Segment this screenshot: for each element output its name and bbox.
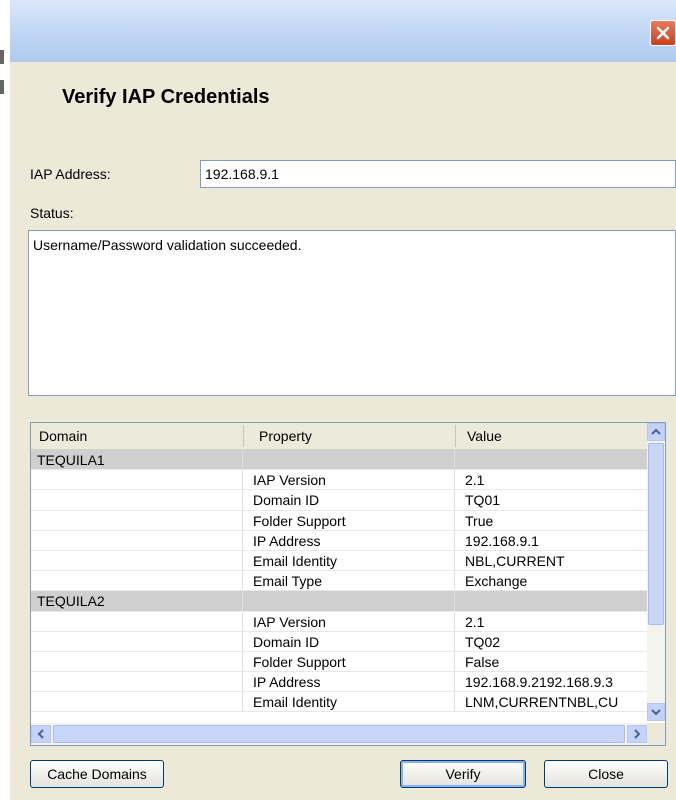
scrollbar-corner [647,723,665,745]
grid-row[interactable]: Domain ID TQ01 [31,490,647,511]
arrow-up-icon [651,428,661,435]
grid-row[interactable]: IP Address 192.168.9.2192.168.9.3 [31,672,647,693]
grid-row[interactable]: Domain ID TQ02 [31,631,647,652]
grid-cell-domain [31,550,243,571]
close-window-button[interactable] [650,20,676,46]
grid-row[interactable]: IAP Version 2.1 [31,470,647,491]
grid-row[interactable]: Email Identity NBL,CURRENT [31,550,647,572]
close-button[interactable]: Close [544,760,668,788]
horizontal-scrollbar[interactable] [31,723,647,745]
arrow-down-icon [651,709,661,716]
grid-cell-property: IP Address [243,530,455,550]
grid-cell-property: IAP Version [243,470,455,490]
scroll-up-button[interactable] [647,423,665,441]
column-header-property[interactable]: Property [259,428,312,444]
grid-row[interactable]: IAP Version 2.1 [31,611,647,632]
grid-cell-property: IP Address [243,672,455,692]
grid-cell-domain [31,530,243,550]
grid-cell-value: TQ01 [465,492,501,509]
grid-cell-value: 192.168.9.1 [465,532,539,549]
grid-cell-property: Folder Support [243,510,455,530]
grid-cell-domain [31,611,243,631]
grid-cell-value: True [465,512,494,529]
grid-cell-property [243,450,455,470]
scroll-down-button[interactable] [647,703,665,721]
grid-cell-domain: TEQUILA2 [31,591,243,611]
verify-button[interactable]: Verify [400,760,526,788]
grid-cell-property: Email Type [243,571,455,591]
grid-cell-value: LNM,CURRENTNBL,CU [465,694,619,711]
grid-cell-domain [31,631,243,651]
grid-cell-value [455,591,647,610]
grid-cell-domain [31,692,243,712]
edge-mark [0,80,4,94]
status-label: Status: [30,205,74,221]
grid-row[interactable]: IP Address 192.168.9.1 [31,530,647,551]
grid-cell-domain: TEQUILA1 [31,450,243,470]
grid-cell-value: Exchange [465,573,528,590]
grid-cell-domain [31,651,243,672]
grid-cell-property: IAP Version [243,611,455,631]
close-icon [656,26,670,40]
arrow-left-icon [37,729,44,739]
dialog-window: Verify IAP Credentials IAP Address: 192.… [10,0,676,800]
dialog-heading: Verify IAP Credentials [62,86,270,108]
column-divider[interactable] [243,425,244,447]
iap-address-input[interactable]: 192.168.9.1 [200,160,676,188]
edge-mark [0,50,4,64]
grid-cell-property: Folder Support [243,651,455,672]
column-divider[interactable] [455,425,456,447]
grid-cell-value: False [465,653,500,670]
title-bar [10,0,676,62]
vertical-scrollbar[interactable] [647,423,665,721]
grid-cell-domain [31,510,243,530]
grid-cell-domain [31,672,243,692]
grid-cell-domain [31,490,243,510]
grid-cell-property [243,591,455,611]
grid-cell-value: TQ02 [465,633,501,650]
grid-cell-value: 2.1 [465,472,485,489]
domain-grid[interactable]: Domain Property Value TEQUILA1 IAP Versio… [30,422,666,746]
grid-cell-value: 2.1 [465,613,485,630]
scroll-left-button[interactable] [31,725,51,743]
grid-body: TEQUILA1 IAP Version 2.1 Domain ID TQ01 Folde… [31,450,647,713]
horizontal-scroll-thumb[interactable] [53,725,625,743]
grid-header: Domain Property Value [31,423,647,450]
grid-cell-value: NBL,CURRENT [465,552,565,569]
grid-cell-property: Email Identity [243,550,455,571]
arrow-right-icon [634,729,641,739]
grid-cell-domain [31,571,243,591]
grid-cell-property: Email Identity [243,692,455,712]
grid-row[interactable]: Email Identity LNM,CURRENTNBL,CU [31,692,647,713]
status-textbox[interactable]: Username/Password validation succeeded. [28,230,676,396]
grid-cell-property: Domain ID [243,490,455,510]
grid-row[interactable]: Folder Support False [31,651,647,673]
grid-row[interactable]: Email Type Exchange [31,571,647,592]
scroll-right-button[interactable] [627,725,647,743]
grid-domain-row[interactable]: TEQUILA2 [31,591,647,612]
grid-cell-domain [31,470,243,490]
iap-address-label: IAP Address: [30,166,111,182]
column-header-value[interactable]: Value [467,428,502,444]
column-header-domain[interactable]: Domain [39,428,87,444]
grid-domain-row[interactable]: TEQUILA1 [31,450,647,471]
grid-cell-value [455,450,647,469]
grid-cell-property: Domain ID [243,631,455,651]
grid-row[interactable]: Folder Support True [31,510,647,531]
cache-domains-button[interactable]: Cache Domains [30,760,164,788]
grid-cell-value: 192.168.9.2192.168.9.3 [465,674,613,691]
vertical-scroll-thumb[interactable] [648,443,664,625]
